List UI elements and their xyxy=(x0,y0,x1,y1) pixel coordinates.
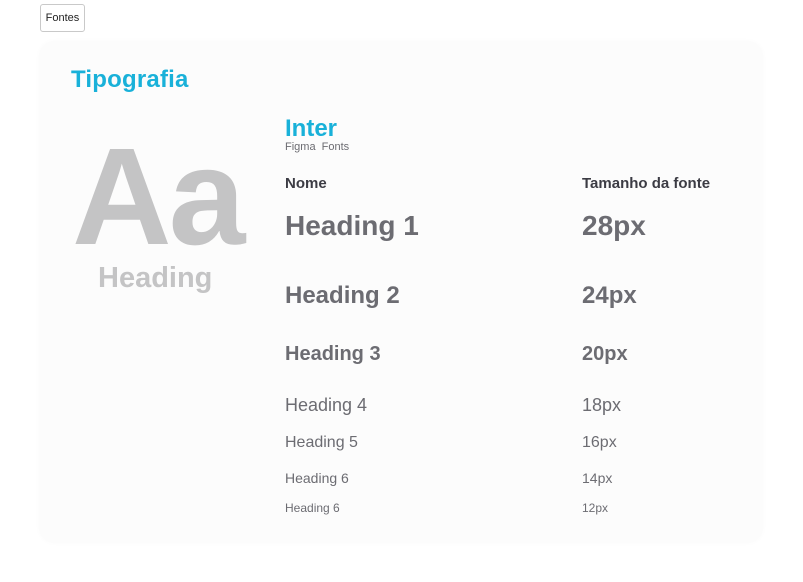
font-family-name: Inter xyxy=(285,115,338,142)
type-scale-name: Heading 5 xyxy=(285,434,358,451)
font-sample-preview: Aa Heading xyxy=(70,128,270,308)
type-scale-size: 20px xyxy=(582,343,628,365)
type-scale-name: Heading 1 xyxy=(285,210,419,241)
type-scale-name: Heading 6 xyxy=(285,470,349,486)
type-scale-size: 14px xyxy=(582,470,613,486)
fontes-tab-button[interactable]: Fontes xyxy=(40,4,85,32)
type-scale-name: Heading 3 xyxy=(285,343,381,365)
type-scale-size: 16px xyxy=(582,434,617,451)
type-scale-size: 28px xyxy=(582,210,646,241)
type-scale-name: Heading 2 xyxy=(285,282,400,309)
font-sample-label: Heading xyxy=(98,262,213,294)
page-title: Tipografia xyxy=(71,66,189,93)
type-scale-size: 24px xyxy=(582,282,637,309)
type-scale-size: 12px xyxy=(582,501,609,515)
column-header-size: Tamanho da fonte xyxy=(582,175,711,192)
column-header-name: Nome xyxy=(285,175,327,192)
font-source-label: Figma Fonts xyxy=(285,141,350,153)
type-scale-name: Heading 4 xyxy=(285,395,368,415)
type-scale-name: Heading 6 xyxy=(285,501,340,515)
type-scale-size: 18px xyxy=(582,395,622,415)
font-sample-glyphs: Aa xyxy=(72,120,245,274)
typography-card: Tipografia Aa Heading Inter Figma Fonts … xyxy=(40,42,762,542)
